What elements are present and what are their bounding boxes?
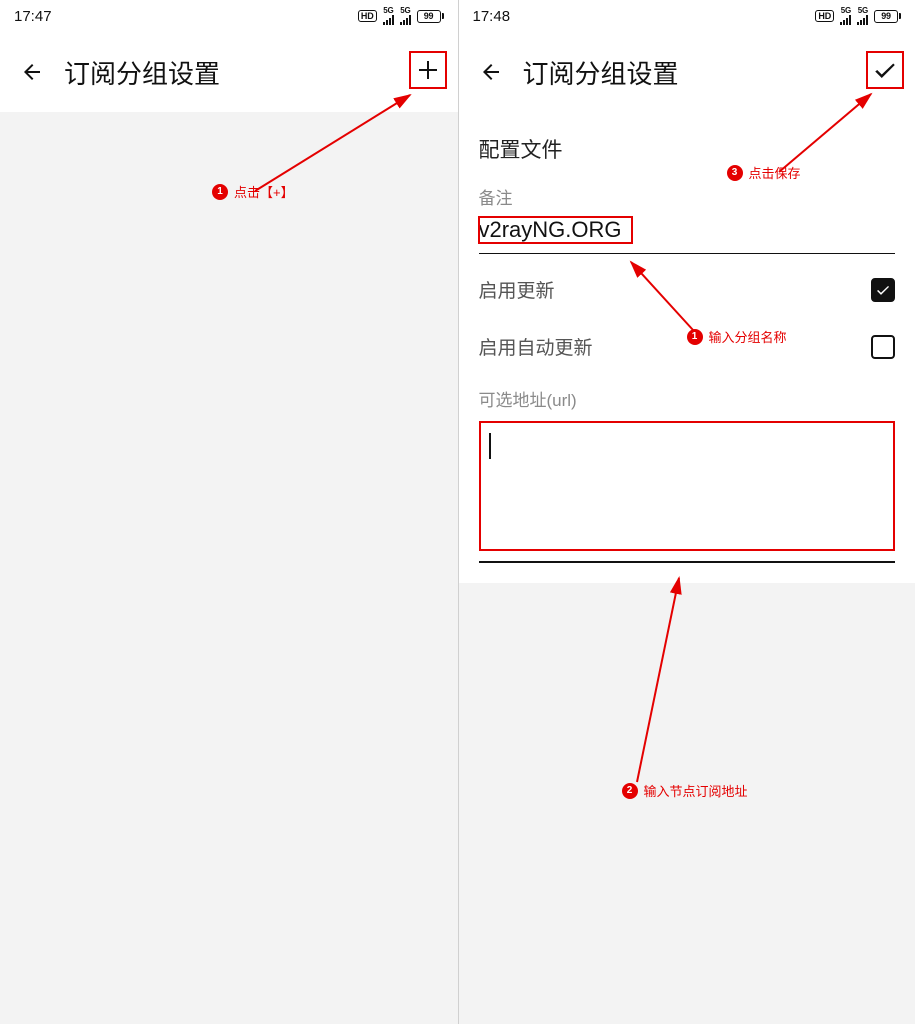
- text-cursor: [489, 433, 491, 459]
- check-icon: [872, 57, 898, 83]
- url-label: 可选地址(url): [459, 368, 915, 415]
- remark-value: v2rayNG.ORG: [479, 217, 632, 243]
- status-bar: 17:48 HD 5G 5G 99: [459, 0, 915, 32]
- remark-label: 备注: [459, 174, 915, 213]
- back-button[interactable]: [10, 50, 54, 94]
- add-button[interactable]: [410, 52, 446, 88]
- battery-icon: 99: [417, 10, 444, 23]
- empty-body: [0, 112, 458, 1024]
- enable-auto-update-checkbox[interactable]: [871, 335, 895, 359]
- save-button[interactable]: [867, 52, 903, 88]
- status-time: 17:48: [473, 8, 511, 25]
- enable-update-label: 启用更新: [479, 276, 555, 303]
- status-time: 17:47: [14, 8, 52, 25]
- enable-update-checkbox[interactable]: [871, 278, 895, 302]
- signal-2-icon: 5G: [857, 7, 868, 24]
- check-icon: [875, 282, 891, 298]
- enable-auto-update-label: 启用自动更新: [479, 333, 593, 360]
- back-button[interactable]: [469, 50, 513, 94]
- url-input[interactable]: [479, 421, 896, 551]
- signal-2-icon: 5G: [400, 7, 411, 24]
- form-body: 配置文件 备注 v2rayNG.ORG 启用更新 启用自动更新 可选地址(url…: [459, 112, 915, 1024]
- hd-icon: HD: [358, 10, 377, 22]
- hd-icon: HD: [815, 10, 834, 22]
- status-icons: HD 5G 5G 99: [815, 7, 901, 24]
- section-title: 配置文件: [459, 112, 915, 174]
- app-bar: 订阅分组设置: [459, 32, 915, 112]
- battery-icon: 99: [874, 10, 901, 23]
- page-title: 订阅分组设置: [64, 54, 220, 91]
- status-icons: HD 5G 5G 99: [358, 7, 444, 24]
- remark-input[interactable]: v2rayNG.ORG: [479, 213, 896, 254]
- signal-1-icon: 5G: [840, 7, 851, 24]
- status-bar: 17:47 HD 5G 5G 99: [0, 0, 458, 32]
- plus-icon: [416, 58, 440, 82]
- screen-subscription-list: 17:47 HD 5G 5G 99 订阅分组设置: [0, 0, 458, 1024]
- app-bar: 订阅分组设置: [0, 32, 458, 112]
- screen-subscription-edit: 17:48 HD 5G 5G 99 订阅分组设置: [458, 0, 915, 1024]
- signal-1-icon: 5G: [383, 7, 394, 24]
- url-underline: [479, 561, 896, 563]
- page-title: 订阅分组设置: [523, 54, 679, 91]
